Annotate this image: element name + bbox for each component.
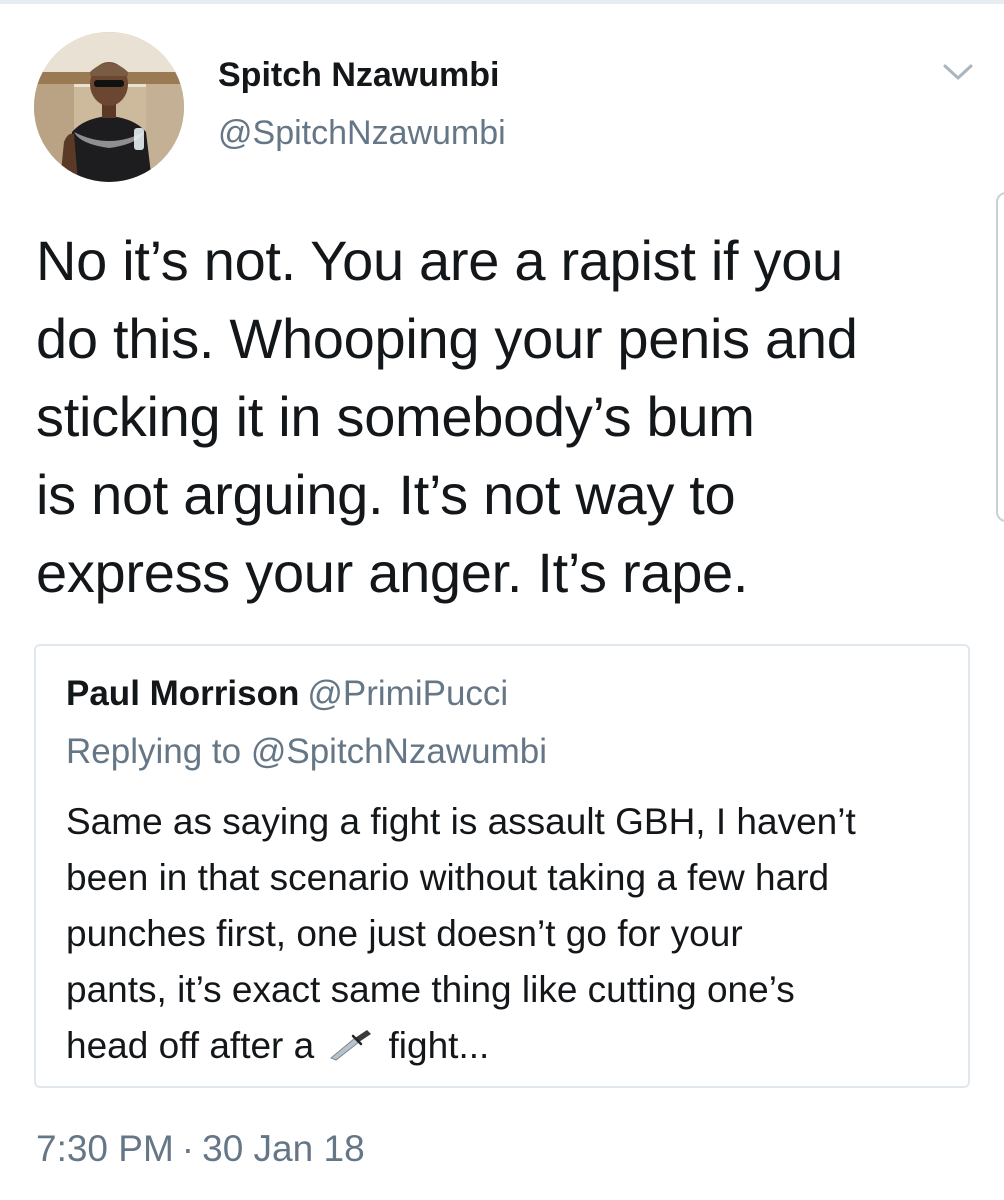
avatar-photo (34, 32, 184, 182)
tweet-text-line: do this. Whooping your penis and (36, 307, 858, 370)
tweet-timestamp[interactable]: 7:30 PM · 30 Jan 18 (36, 1128, 365, 1170)
top-divider (0, 0, 1004, 4)
quoted-tweet-header: Paul Morrison @PrimiPucci (66, 674, 508, 714)
tweet-text-line: express your anger. It’s rape. (36, 541, 749, 604)
tweet-text-line: No it’s not. You are a rapist if you (36, 229, 843, 292)
quoted-text-line: head off after a fight... (66, 1018, 956, 1074)
tweet-text-line: sticking it in somebody’s bum (36, 385, 755, 448)
quoted-text-line: been in that scenario without taking a f… (66, 857, 830, 898)
tweet-text-line: is not arguing. It’s not way to (36, 463, 736, 526)
quoted-text-line: pants, it’s exact same thing like cuttin… (66, 969, 795, 1010)
quoted-text-line: Same as saying a fight is assault GBH, I… (66, 801, 856, 842)
quoted-text-segment: fight... (388, 1025, 490, 1066)
knife-icon (327, 1022, 375, 1061)
avatar[interactable] (34, 32, 184, 182)
tweet-time: 7:30 PM (36, 1128, 174, 1169)
quoted-text-segment: head off after a (66, 1025, 315, 1066)
quoted-tweet-card[interactable]: Paul Morrison @PrimiPucci Replying to @Sp… (34, 644, 970, 1088)
tweet-text: No it’s not. You are a rapist if you do … (36, 222, 966, 612)
tweet-date: 30 Jan 18 (202, 1128, 365, 1169)
quoted-author-name: Paul Morrison (66, 674, 300, 713)
chevron-down-icon[interactable] (940, 60, 976, 84)
quoted-tweet-text: Same as saying a fight is assault GBH, I… (66, 794, 956, 1074)
author-handle[interactable]: @SpitchNzawumbi (218, 114, 506, 153)
quoted-replying-to: Replying to @SpitchNzawumbi (66, 732, 548, 771)
quoted-text-line: punches first, one just doesn’t go for y… (66, 913, 743, 954)
quoted-author-handle: @PrimiPucci (307, 674, 509, 713)
scrollbar-thumb[interactable] (996, 192, 1004, 522)
timestamp-separator: · (181, 1128, 195, 1169)
author-name[interactable]: Spitch Nzawumbi (218, 56, 499, 95)
